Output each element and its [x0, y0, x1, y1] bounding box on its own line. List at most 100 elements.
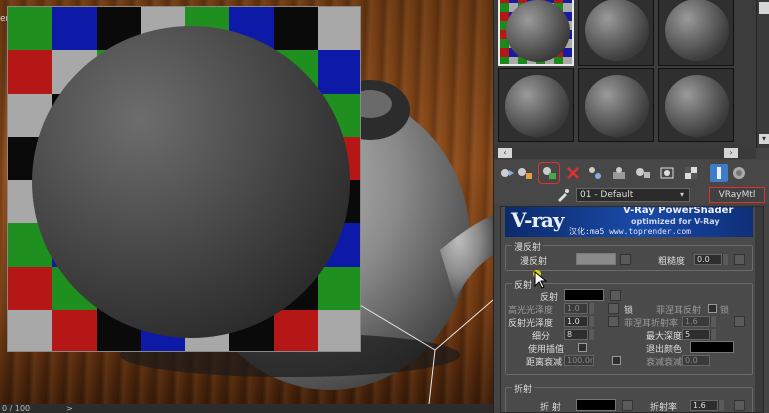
- subdivs-input[interactable]: 8: [564, 329, 588, 340]
- show-end-result-icon[interactable]: [710, 164, 728, 182]
- next-frame-button[interactable]: >: [66, 404, 73, 413]
- roughness-spinner[interactable]: [722, 254, 728, 265]
- ior-input[interactable]: 1.6: [690, 400, 718, 411]
- max-depth-label: 最大深度: [646, 332, 683, 342]
- roughness-input[interactable]: 0.0: [694, 254, 722, 265]
- diffuse-color-swatch[interactable]: [576, 253, 616, 265]
- max-depth-spinner[interactable]: [710, 329, 716, 340]
- fresnel-ior-map-button[interactable]: [734, 316, 745, 327]
- sample-slot-2[interactable]: [578, 0, 654, 66]
- fresnel-label: 菲涅耳反射: [656, 306, 702, 316]
- frame-counter: 0 / 100: [2, 404, 31, 413]
- checker-cell: [8, 309, 53, 351]
- roughness-map-button[interactable]: [734, 254, 745, 265]
- diffuse-group: 漫反射 漫反射 粗糙度 0.0: [505, 240, 753, 271]
- reflect-label: 反射: [540, 293, 559, 303]
- dim-falloff-label: 衰减衰减: [646, 358, 683, 368]
- dim-distance-label: 距离衰减: [526, 358, 563, 368]
- sample-sphere: [585, 0, 649, 61]
- material-type-button[interactable]: VRayMtl: [709, 187, 765, 203]
- delete-icon[interactable]: [564, 164, 582, 182]
- fresnel-ior-input[interactable]: 1.6: [682, 316, 710, 327]
- banner-credit: 汉化:ma5 www.toprender.com: [569, 227, 691, 236]
- dim-distance-checkbox[interactable]: [612, 356, 621, 365]
- use-interp-checkbox[interactable]: [578, 343, 587, 352]
- sample-slot-6[interactable]: [658, 68, 734, 142]
- refract-map-button[interactable]: [622, 400, 633, 411]
- reflection-group-title: 反射: [512, 278, 535, 291]
- time-slider[interactable]: 0 / 100 >: [0, 404, 493, 413]
- checker-cell: [52, 309, 97, 351]
- checker-cell: [317, 50, 360, 94]
- material-preview-window[interactable]: [7, 6, 361, 352]
- refl-gloss-input[interactable]: 1.0: [564, 316, 588, 327]
- get-material-icon[interactable]: [498, 164, 516, 182]
- diffuse-group-title: 漫反射: [512, 240, 544, 253]
- hilight-gloss-label: 高光光泽度: [508, 306, 554, 316]
- material-toolbar: [494, 160, 769, 186]
- viewport[interactable]: er 0 / 100 >: [0, 0, 493, 413]
- sample-slot-1[interactable]: [498, 0, 574, 66]
- use-interp-label: 使用插值: [528, 345, 565, 355]
- checker-cell: [317, 7, 360, 51]
- show-in-viewport-icon[interactable]: [682, 164, 700, 182]
- reflect-map-button[interactable]: [610, 290, 621, 301]
- scroll-left-arrow-icon[interactable]: ‹: [498, 148, 512, 158]
- subdivs-spinner[interactable]: [588, 329, 594, 340]
- put-to-scene-icon[interactable]: [516, 164, 534, 182]
- hilight-gloss-spinner[interactable]: [588, 303, 594, 314]
- parameters-panel: V-ray V-Ray PowerShader optimized for V-…: [500, 206, 764, 413]
- scroll-down-arrow-icon[interactable]: ▾: [759, 134, 769, 144]
- diffuse-map-button[interactable]: [620, 254, 631, 265]
- scroll-right-arrow-icon[interactable]: ›: [724, 148, 738, 158]
- fresnel-ior-spinner[interactable]: [710, 316, 716, 327]
- preview-sphere: [32, 26, 350, 338]
- banner-subtitle: optimized for V-Ray: [631, 217, 720, 226]
- chevron-down-icon[interactable]: ▾: [676, 189, 688, 201]
- exit-color-swatch[interactable]: [690, 341, 734, 353]
- go-to-parent-icon[interactable]: [730, 164, 748, 182]
- hilight-gloss-map-button[interactable]: [608, 303, 619, 314]
- sample-sphere: [665, 0, 729, 61]
- refl-gloss-spinner[interactable]: [588, 316, 594, 327]
- parameters-scrollbar[interactable]: [755, 207, 763, 412]
- hilight-gloss-input[interactable]: 1.0: [564, 303, 588, 314]
- refract-label: 折 射: [540, 403, 561, 413]
- scroll-thumb[interactable]: [759, 2, 769, 14]
- sample-slot-3[interactable]: [658, 0, 734, 66]
- max-depth-input[interactable]: 5: [682, 329, 710, 340]
- sample-slots: ▾: [494, 0, 769, 148]
- refraction-group: 折射 折 射 折射率 1.6: [505, 382, 753, 413]
- diffuse-label: 漫反射: [520, 257, 548, 267]
- vray-logo: V-ray: [511, 208, 564, 232]
- reflect-color-swatch[interactable]: [564, 289, 604, 301]
- material-id-channel-icon[interactable]: [634, 164, 652, 182]
- banner-headline: V-Ray PowerShader: [623, 207, 734, 216]
- fresnel-ior-label: 菲涅耳折射率: [624, 319, 679, 329]
- sample-sphere: [665, 75, 729, 137]
- refraction-group-title: 折射: [512, 382, 535, 395]
- slots-vertical-scrollbar[interactable]: ▾: [756, 0, 769, 148]
- ior-label: 折射率: [650, 403, 678, 413]
- checker-cell: [52, 7, 97, 51]
- sample-slot-5[interactable]: [578, 68, 654, 142]
- material-name-bar: 01 - Default ▾ VRayMtl: [494, 186, 769, 204]
- dim-falloff-input[interactable]: 0.0: [682, 355, 710, 366]
- sample-slot-4[interactable]: [498, 68, 574, 142]
- eyedropper-icon[interactable]: [556, 188, 570, 202]
- fresnel-checkbox[interactable]: [708, 304, 717, 313]
- checker-cell: [317, 309, 360, 351]
- make-unique-icon[interactable]: [586, 164, 604, 182]
- ior-spinner[interactable]: [718, 400, 724, 411]
- refl-gloss-map-button[interactable]: [608, 316, 619, 327]
- assign-to-selection-icon[interactable]: [538, 162, 560, 184]
- dim-distance-input[interactable]: 100.0r: [564, 355, 594, 366]
- checker-cell: [8, 50, 53, 94]
- material-name-field[interactable]: 01 - Default: [576, 188, 690, 202]
- ior-map-button[interactable]: [734, 400, 745, 411]
- show-shaded-icon[interactable]: [658, 164, 676, 182]
- slots-horizontal-scrollbar[interactable]: ‹ ›: [494, 147, 756, 159]
- vray-banner: V-ray V-Ray PowerShader optimized for V-…: [505, 207, 753, 237]
- put-to-library-icon[interactable]: [610, 164, 628, 182]
- refract-color-swatch[interactable]: [576, 399, 616, 411]
